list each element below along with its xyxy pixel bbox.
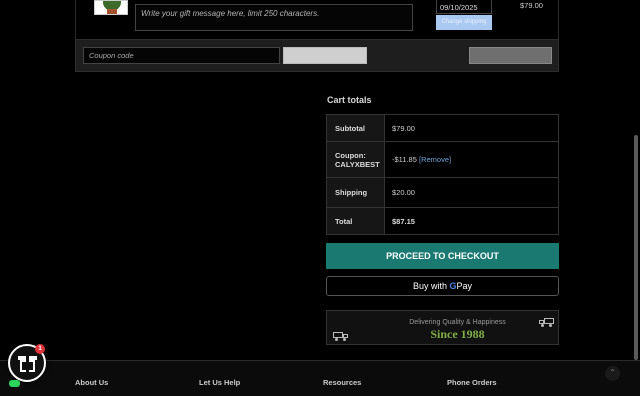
- footer-resources[interactable]: Resources: [323, 378, 361, 387]
- delivery-date[interactable]: 09/10/2025: [436, 0, 492, 14]
- footer: About Us Let Us Help Resources Phone Ord…: [0, 360, 640, 396]
- shipping-label: Shipping: [326, 177, 385, 208]
- remove-coupon-link[interactable]: [Remove]: [419, 155, 451, 164]
- chat-icon[interactable]: [9, 380, 20, 387]
- cart-totals-title: Cart totals: [327, 95, 372, 105]
- shipping-value: $20.00: [384, 177, 559, 208]
- apply-coupon-button[interactable]: [283, 47, 367, 64]
- proceed-to-checkout-button[interactable]: PROCEED TO CHECKOUT: [326, 243, 559, 269]
- cart-totals-table: Subtotal $79.00 Coupon: CALYXBEST -$11.8…: [326, 114, 559, 235]
- footer-let-us-help[interactable]: Let Us Help: [199, 378, 240, 387]
- coupon-code-input[interactable]: Coupon code: [83, 47, 280, 64]
- gift-badge-count: 1: [35, 344, 45, 354]
- subtotal-label: Subtotal: [326, 114, 385, 142]
- item-price: $79.00: [520, 1, 543, 10]
- page-scrollbar[interactable]: [634, 135, 638, 360]
- chevron-up-icon[interactable]: ⌃: [605, 366, 620, 381]
- shipping-row: Shipping $20.00: [326, 177, 559, 208]
- coupon-label: Coupon: CALYXBEST: [326, 141, 385, 178]
- total-label: Total: [326, 207, 385, 235]
- gift-message-field[interactable]: Write your gift message here, limit 250 …: [135, 4, 413, 31]
- subtotal-row: Subtotal $79.00: [326, 114, 559, 142]
- google-pay-button[interactable]: Buy with GPay: [326, 276, 559, 296]
- google-g-icon: G: [449, 281, 457, 291]
- total-value: $87.15: [384, 207, 559, 235]
- total-row: Total $87.15: [326, 207, 559, 235]
- gpay-suffix: Pay: [456, 281, 473, 291]
- footer-about-us[interactable]: About Us: [75, 378, 108, 387]
- footer-phone-orders[interactable]: Phone Orders: [447, 378, 497, 387]
- coupon-value: -$11.85: [392, 155, 417, 164]
- banner-tagline: Delivering Quality & Happiness: [409, 319, 506, 326]
- product-thumbnail[interactable]: [94, 0, 128, 15]
- update-cart-button[interactable]: [469, 47, 552, 64]
- banner-since: Since 1988: [430, 327, 485, 341]
- subtotal-value: $79.00: [384, 114, 559, 142]
- coupon-bar: Coupon code: [75, 39, 559, 72]
- plant-pot: [107, 9, 117, 14]
- coupon-value-cell: -$11.85 [Remove]: [384, 141, 559, 178]
- gpay-prefix: Buy with: [412, 281, 447, 291]
- coupon-row: Coupon: CALYXBEST -$11.85 [Remove]: [326, 141, 559, 178]
- change-shipping-button[interactable]: Change shipping: [436, 15, 492, 30]
- since-1988-banner: Delivering Quality & Happiness Since 198…: [326, 310, 559, 345]
